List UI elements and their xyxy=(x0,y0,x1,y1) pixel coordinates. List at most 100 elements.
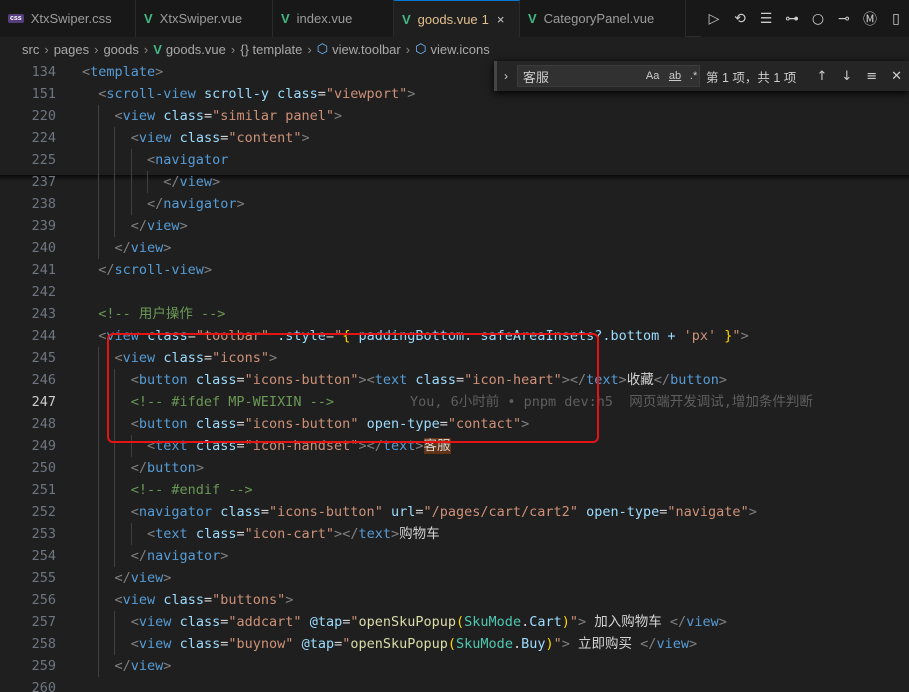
breadcrumb: src › pages › goods › Vgoods.vue ›{} template › ⬡… xyxy=(0,37,909,61)
line-number: 151 xyxy=(31,86,56,102)
tab-label: index.vue xyxy=(296,11,353,26)
code-text: </view> xyxy=(114,570,172,586)
line-number: 256 xyxy=(31,592,56,608)
breadcrumb-item[interactable]: view.toolbar xyxy=(332,42,401,57)
vue-file-icon: V xyxy=(153,41,162,57)
line-number: 251 xyxy=(31,482,56,498)
line-number: 239 xyxy=(31,218,56,234)
code-text: <view class="content"> xyxy=(130,130,310,146)
line-number: 254 xyxy=(31,548,56,564)
sticky-scroll-line[interactable]: 225 <navigator xyxy=(0,149,909,171)
code-line[interactable]: 254 </navigator> xyxy=(0,545,909,567)
editor-actions: ▷ ⟲ ☰ ⊶ ○ ⊸ Ⓜ ▯ xyxy=(701,0,909,37)
code-line[interactable]: 242 xyxy=(0,281,909,303)
tab-xtxswiper-css[interactable]: css XtxSwiper.css xyxy=(0,0,136,37)
tab-index-vue[interactable]: Vindex.vue xyxy=(273,0,394,37)
compare-icon[interactable]: ⊶ xyxy=(779,11,805,27)
line-number: 253 xyxy=(31,526,56,542)
code-line[interactable]: 252 <navigator class="icons-button" url=… xyxy=(0,501,909,523)
breadcrumb-item[interactable]: {} template xyxy=(240,42,302,57)
find-widget: › 客服 Aa ab .* 第 1 项，共 1 项 ↑ ↓ ≡ ✕ xyxy=(494,61,909,91)
sticky-scroll-line[interactable]: 220 <view class="similar panel"> xyxy=(0,105,909,127)
css-file-icon: css xyxy=(8,14,24,23)
code-text: </view> xyxy=(130,218,188,234)
git-icon[interactable]: ⊸ xyxy=(831,11,857,27)
code-line[interactable]: 237 </view> xyxy=(0,171,909,193)
line-number: 134 xyxy=(31,64,56,80)
vue-file-icon: V xyxy=(144,11,153,26)
code-line[interactable]: 243 <!-- 用户操作 --> xyxy=(0,303,909,325)
whole-word-icon[interactable]: ab xyxy=(669,70,681,82)
close-find-icon[interactable]: ✕ xyxy=(884,69,909,84)
line-number: 220 xyxy=(31,108,56,124)
circle-icon[interactable]: ○ xyxy=(805,11,831,27)
history-icon[interactable]: ⟲ xyxy=(727,11,753,27)
mode-icon[interactable]: Ⓜ xyxy=(857,9,883,29)
code-text: <text class="icon-cart"></text>购物车 xyxy=(147,526,440,542)
line-number: 241 xyxy=(31,262,56,278)
code-text: <template> xyxy=(82,64,164,80)
breadcrumb-item[interactable]: pages xyxy=(54,42,89,57)
tab-categorypanel-vue[interactable]: V CategoryPanel.vue xyxy=(520,0,686,37)
tab-label: XtxSwiper.vue xyxy=(159,11,243,26)
line-number: 245 xyxy=(31,350,56,366)
line-number: 249 xyxy=(31,438,56,454)
code-line[interactable]: 256 <view class="buttons"> xyxy=(0,589,909,611)
tab-goods-vue[interactable]: Vgoods.vue 1 × xyxy=(394,0,520,37)
code-line[interactable]: 250 </button> xyxy=(0,457,909,479)
line-number: 240 xyxy=(31,240,56,256)
vue-file-icon: V xyxy=(281,11,290,26)
code-text: <scroll-view scroll-y class="viewport"> xyxy=(98,86,416,102)
line-number: 247 xyxy=(31,394,56,410)
find-result-count: 第 1 项，共 1 项 xyxy=(706,70,797,85)
tab-xtxswiper-vue[interactable]: V XtxSwiper.vue xyxy=(136,0,273,37)
code-text: </view> xyxy=(163,174,221,190)
next-match-arrow-down-icon[interactable]: ↓ xyxy=(834,69,859,84)
code-text: </navigator> xyxy=(147,196,245,212)
code-text: <view class="similar panel"> xyxy=(114,108,343,124)
regex-icon[interactable]: .* xyxy=(690,70,697,82)
code-text: <!-- 用户操作 --> xyxy=(82,306,226,322)
breadcrumb-item[interactable]: src xyxy=(22,42,39,57)
tab-label: CategoryPanel.vue xyxy=(543,11,655,26)
find-input[interactable]: 客服 Aa ab .* xyxy=(516,65,701,87)
code-line[interactable]: 251 <!-- #endif --> xyxy=(0,479,909,501)
match-case-icon[interactable]: Aa xyxy=(646,70,659,82)
code-line[interactable]: 253 <text class="icon-cart"></text>购物车 xyxy=(0,523,909,545)
line-number: 255 xyxy=(31,570,56,586)
previous-match-arrow-up-icon[interactable]: ↑ xyxy=(810,69,835,84)
close-icon[interactable]: × xyxy=(497,12,505,27)
run-icon[interactable]: ▷ xyxy=(701,11,727,27)
code-line[interactable]: 260 xyxy=(0,677,909,692)
breadcrumb-item[interactable]: view.icons xyxy=(430,42,489,57)
code-line[interactable]: 239 </view> xyxy=(0,215,909,237)
element-cube-icon: ⬡ xyxy=(415,41,427,56)
line-number: 244 xyxy=(31,328,56,344)
code-line[interactable]: 259 </view> xyxy=(0,655,909,677)
code-line[interactable]: 255 </view> xyxy=(0,567,909,589)
code-text: </navigator> xyxy=(130,548,229,564)
line-number: 259 xyxy=(31,658,56,674)
chevron-right-icon: › xyxy=(230,41,236,57)
code-line[interactable]: 238 </navigator> xyxy=(0,193,909,215)
find-in-selection-icon[interactable]: ≡ xyxy=(859,69,884,84)
code-text: <navigator xyxy=(147,152,229,168)
line-number: 246 xyxy=(31,372,56,388)
sticky-scroll-line[interactable]: 224 <view class="content"> xyxy=(0,127,909,149)
line-number: 242 xyxy=(31,284,56,300)
code-line[interactable]: 240 </view> xyxy=(0,237,909,259)
toggle-replace-chevron-icon[interactable]: › xyxy=(497,69,515,83)
split-editor-icon[interactable]: ▯ xyxy=(883,11,909,27)
code-text: </view> xyxy=(114,240,172,256)
outline-icon[interactable]: ☰ xyxy=(753,11,779,27)
tab-label: goods.vue xyxy=(417,11,478,27)
breadcrumb-item[interactable]: goods xyxy=(103,42,138,57)
line-number: 260 xyxy=(31,680,56,692)
code-line[interactable]: 258 <view class="buynow" @tap="openSkuPo… xyxy=(0,633,909,655)
code-line[interactable]: 241 </scroll-view> xyxy=(0,259,909,281)
breadcrumb-item[interactable]: goods.vue xyxy=(166,42,226,57)
vue-file-icon: V xyxy=(528,11,537,26)
tab-label: XtxSwiper.css xyxy=(30,11,112,26)
code-line[interactable]: 257 <view class="addcart" @tap="openSkuP… xyxy=(0,611,909,633)
chevron-right-icon: › xyxy=(405,41,411,57)
